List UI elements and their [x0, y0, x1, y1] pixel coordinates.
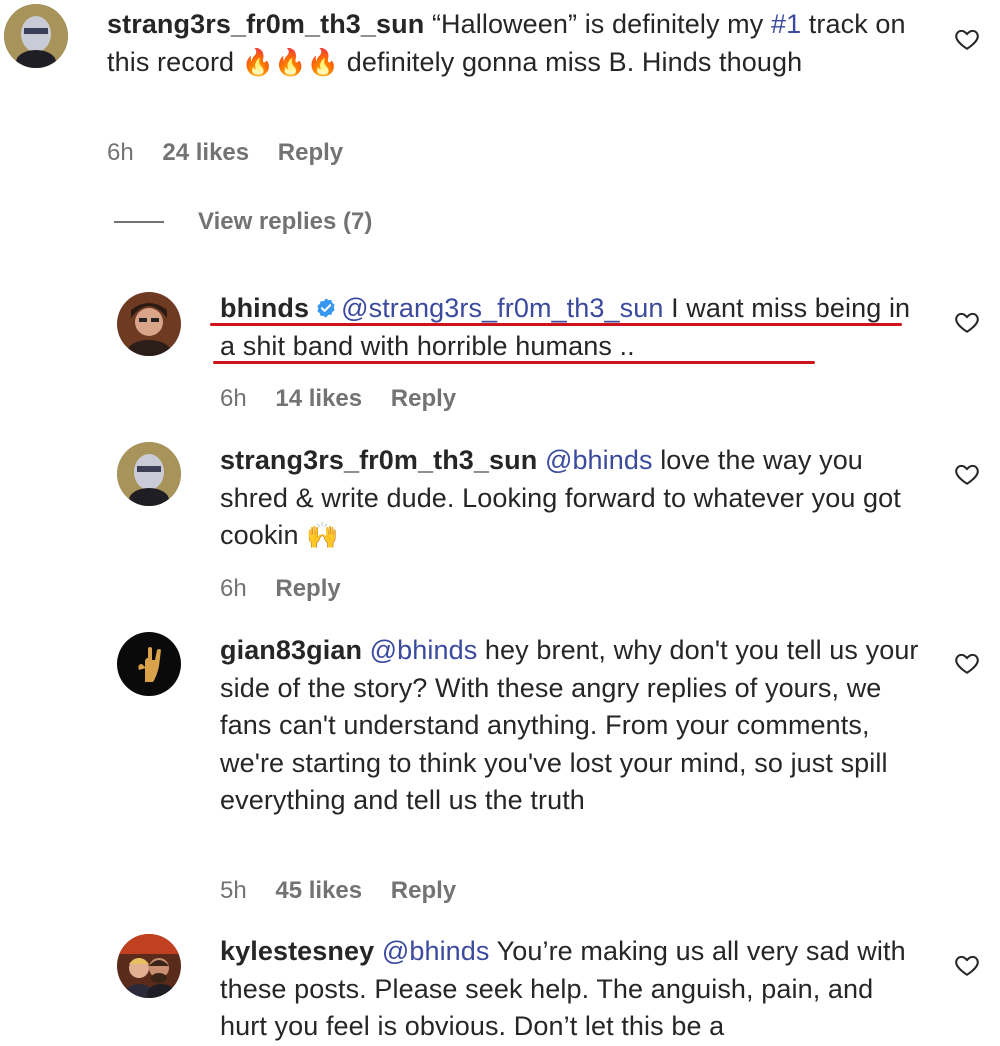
comment-likes[interactable]: 14 likes — [275, 385, 362, 412]
heart-outline-icon[interactable] — [954, 650, 980, 676]
comment-meta: 6h 14 likes Reply — [220, 385, 478, 413]
comment-username[interactable]: kylestesney — [220, 936, 374, 966]
reply-button[interactable]: Reply — [278, 139, 343, 166]
red-underline — [213, 361, 815, 364]
reply-button[interactable]: Reply — [275, 575, 340, 602]
comment-time: 5h — [220, 877, 247, 904]
comment-time: 6h — [220, 385, 247, 412]
avatar[interactable] — [117, 632, 181, 696]
mention-link[interactable]: @strang3rs_fr0m_th3_sun — [341, 293, 663, 323]
comment-text: kylestesney @bhinds You’re making us all… — [220, 933, 920, 1046]
comment-time: 6h — [107, 139, 134, 166]
comment-time: 6h — [220, 575, 247, 602]
comment-meta: 6h 24 likes Reply — [107, 139, 365, 167]
comment-username[interactable]: strang3rs_fr0m_th3_sun — [107, 9, 424, 39]
comment-username[interactable]: strang3rs_fr0m_th3_sun — [220, 445, 537, 475]
verified-badge-icon — [317, 298, 335, 318]
hashtag-link[interactable]: #1 — [771, 9, 801, 39]
mention-link[interactable]: @bhinds — [382, 936, 490, 966]
comment-text: strang3rs_fr0m_th3_sun “Halloween” is de… — [107, 6, 907, 82]
avatar[interactable] — [117, 442, 181, 506]
avatar[interactable] — [4, 4, 68, 68]
comment-likes[interactable]: 24 likes — [162, 139, 249, 166]
mention-link[interactable]: @bhinds — [370, 635, 478, 665]
view-replies-label: View replies (7) — [198, 208, 373, 235]
fire-emoji: 🔥🔥🔥 — [241, 47, 340, 78]
avatar[interactable] — [117, 292, 181, 356]
comment-text: strang3rs_fr0m_th3_sun @bhinds love the … — [220, 442, 920, 556]
comment-text: bhinds @strang3rs_fr0m_th3_sun I want mis… — [220, 290, 920, 365]
comment-body: definitely gonna miss B. Hinds though — [339, 46, 803, 77]
avatar[interactable] — [117, 934, 181, 998]
divider-line — [114, 221, 164, 223]
heart-outline-icon[interactable] — [954, 26, 980, 52]
view-replies-button[interactable]: View replies (7) — [114, 208, 372, 236]
red-underline — [210, 323, 902, 326]
mention-link[interactable]: @bhinds — [545, 445, 653, 475]
reply-button[interactable]: Reply — [391, 877, 456, 904]
comment-meta: 5h 45 likes Reply — [220, 877, 478, 905]
comment-username[interactable]: bhinds — [220, 293, 309, 323]
comment-likes[interactable]: 45 likes — [275, 877, 362, 904]
heart-outline-icon[interactable] — [954, 952, 980, 978]
comment-username[interactable]: gian83gian — [220, 635, 362, 665]
reply-button[interactable]: Reply — [391, 385, 456, 412]
comment-text: gian83gian @bhinds hey brent, why don't … — [220, 632, 920, 820]
heart-outline-icon[interactable] — [954, 309, 980, 335]
comment-meta: 6h Reply — [220, 575, 363, 603]
comment-body: “Halloween” is definitely my — [431, 9, 771, 39]
raising-hands-emoji: 🙌 — [306, 521, 339, 551]
heart-outline-icon[interactable] — [954, 461, 980, 487]
